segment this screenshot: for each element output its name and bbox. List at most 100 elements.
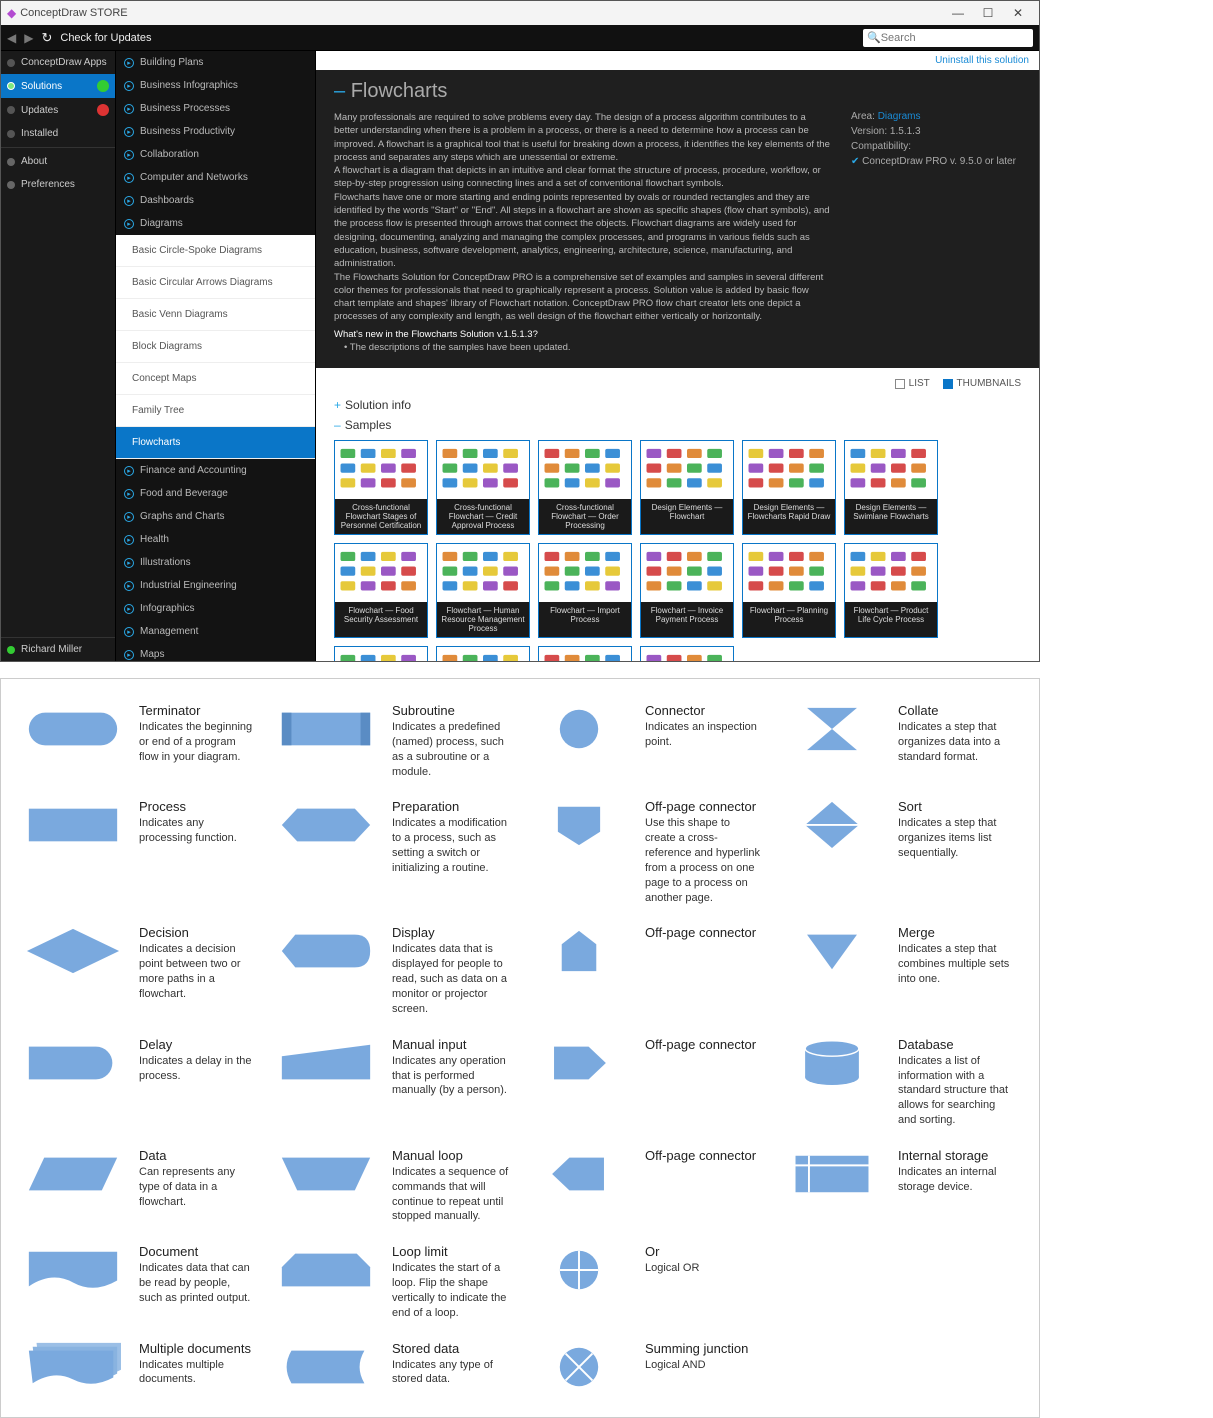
nav-preferences[interactable]: Preferences [1, 173, 115, 196]
shape-icon [278, 1148, 374, 1200]
search-input[interactable]: 🔍 [863, 29, 1033, 47]
search-field[interactable] [881, 32, 1029, 44]
shape-icon [531, 799, 627, 851]
nav-apps[interactable]: ConceptDraw Apps [1, 51, 115, 74]
view-list[interactable]: LIST [895, 378, 930, 389]
legend-name: Manual input [392, 1037, 509, 1052]
legend-desc: Indicates data that is displayed for peo… [392, 942, 509, 1016]
shape-icon [278, 925, 374, 977]
subcategory-item[interactable]: Basic Venn Diagrams [116, 299, 315, 331]
legend-item: Preparation Indicates a modification to a… [278, 799, 509, 905]
category-item[interactable]: ▸Graphs and Charts [116, 505, 315, 528]
sample-thumbnail[interactable]: Flowchart — Product Life Cycle Process [844, 543, 938, 638]
category-item[interactable]: ▸Business Productivity [116, 120, 315, 143]
section-samples[interactable]: –Samples [334, 418, 1021, 432]
legend-desc: Indicates the beginning or end of a prog… [139, 720, 256, 765]
legend-desc: Indicates any operation that is performe… [392, 1054, 509, 1099]
window-title: ConceptDraw STORE [20, 7, 127, 19]
sample-thumbnail[interactable]: Cross-functional Flowchart Stages of Per… [334, 440, 428, 535]
legend-item: DecisionIndicates a decision point betwe… [25, 925, 256, 1016]
left-nav: ConceptDraw Apps Solutions Updates Insta… [1, 51, 116, 661]
legend-name: Data [139, 1148, 256, 1163]
category-item[interactable]: ▸Computer and Networks [116, 166, 315, 189]
shape-icon [25, 925, 121, 977]
legend-name: Off-page connector [645, 1148, 756, 1163]
legend-item: DatabaseIndicates a list of information … [784, 1037, 1015, 1128]
minimize-button[interactable]: — [943, 6, 973, 20]
legend-name: Stored data [392, 1341, 509, 1356]
legend-item: Off-page connectorUse this shape to crea… [531, 799, 762, 905]
uninstall-link[interactable]: Uninstall this solution [935, 55, 1029, 66]
sample-thumbnail[interactable]: Cross-functional Flowchart — Order Proce… [538, 440, 632, 535]
nav-updates[interactable]: Updates [1, 98, 115, 122]
sample-thumbnail[interactable]: Flowchart — Import Process [538, 543, 632, 638]
legend-name: Off-page connector [645, 1037, 756, 1052]
sample-thumbnail[interactable]: Flowchart — Website Launch [640, 646, 734, 661]
category-item[interactable]: ▸Illustrations [116, 551, 315, 574]
category-item[interactable]: ▸Building Plans [116, 51, 315, 74]
badge-red-icon [97, 104, 109, 116]
legend-name: Merge [898, 925, 1015, 940]
sample-thumbnail[interactable]: Flowchart — Project Management Life Cycl… [334, 646, 428, 661]
symbols-legend: TerminatorIndicates the beginning or end… [0, 678, 1040, 1418]
meta-panel: Area: Diagrams Version: 1.5.1.3 Compatib… [851, 111, 1021, 354]
section-solution-info[interactable]: +Solution info [334, 398, 1021, 412]
legend-item: TerminatorIndicates the beginning or end… [25, 703, 256, 779]
subcategory-item[interactable]: Basic Circle-Spoke Diagrams [116, 235, 315, 267]
nav-back-icon[interactable]: ◀ [7, 31, 16, 45]
legend-item: CollateIndicates a step that organizes d… [784, 703, 1015, 779]
legend-desc: Indicates any type of stored data. [392, 1358, 509, 1388]
refresh-icon[interactable]: ↻ [41, 30, 52, 46]
subcategory-item[interactable]: Block Diagrams [116, 331, 315, 363]
legend-item: SortIndicates a step that organizes item… [784, 799, 1015, 905]
shape-icon [531, 703, 627, 755]
legend-desc: Indicates the start of a loop. Flip the … [392, 1261, 509, 1320]
legend-desc: Indicates a decision point between two o… [139, 942, 256, 1001]
category-item[interactable]: ▸Maps [116, 643, 315, 661]
legend-desc: Indicates a modification to a process, s… [392, 816, 509, 875]
close-button[interactable]: ✕ [1003, 6, 1033, 20]
category-nav: ▸Building Plans▸Business Infographics▸Bu… [116, 51, 316, 661]
category-item[interactable]: ▸Health [116, 528, 315, 551]
user-label[interactable]: Richard Miller [1, 637, 115, 661]
category-item[interactable]: ▸Infographics [116, 597, 315, 620]
category-item[interactable]: ▸Diagrams [116, 212, 315, 235]
nav-forward-icon[interactable]: ▶ [24, 31, 33, 45]
check-updates-button[interactable]: Check for Updates [60, 32, 151, 44]
sample-thumbnail[interactable]: Flowchart — Planning Process [742, 543, 836, 638]
category-item[interactable]: ▸Finance and Accounting [116, 459, 315, 482]
check-icon: ✔ [851, 156, 859, 167]
shape-icon [25, 799, 121, 851]
shape-icon [531, 1244, 627, 1296]
legend-item: DocumentIndicates data that can be read … [25, 1244, 256, 1320]
view-thumbnails[interactable]: THUMBNAILS [943, 378, 1021, 389]
subcategory-item[interactable]: Family Tree [116, 395, 315, 427]
legend-desc: Indicates any processing function. [139, 816, 256, 846]
sample-thumbnail[interactable]: Flowchart — Human Resource Management Pr… [436, 543, 530, 638]
nav-installed[interactable]: Installed [1, 122, 115, 145]
subcategory-item[interactable]: Concept Maps [116, 363, 315, 395]
legend-name: Preparation [392, 799, 509, 814]
category-item[interactable]: ▸Food and Beverage [116, 482, 315, 505]
subcategory-item[interactable]: Flowcharts [116, 427, 315, 459]
nav-about[interactable]: About [1, 150, 115, 173]
sample-thumbnail[interactable]: Cross-functional Flowchart — Credit Appr… [436, 440, 530, 535]
nav-solutions[interactable]: Solutions [1, 74, 115, 98]
sample-thumbnail[interactable]: Design Elements — Flowcharts Rapid Draw [742, 440, 836, 535]
category-item[interactable]: ▸Business Infographics [116, 74, 315, 97]
category-item[interactable]: ▸Management [116, 620, 315, 643]
sample-thumbnail[interactable]: Flowchart — Selection Sorting Method [436, 646, 530, 661]
sample-thumbnail[interactable]: Flowchart — Food Security Assessment [334, 543, 428, 638]
sample-thumbnail[interactable]: Design Elements — Flowchart [640, 440, 734, 535]
category-item[interactable]: ▸Dashboards [116, 189, 315, 212]
sample-thumbnail[interactable]: Design Elements — Swimlane Flowcharts [844, 440, 938, 535]
sample-thumbnail[interactable]: Flowchart — Synthetic Object Constructio… [538, 646, 632, 661]
maximize-button[interactable]: ☐ [973, 6, 1003, 20]
category-item[interactable]: ▸Industrial Engineering [116, 574, 315, 597]
legend-desc: Logical OR [645, 1261, 699, 1276]
shape-icon [25, 1244, 121, 1296]
sample-thumbnail[interactable]: Flowchart — Invoice Payment Process [640, 543, 734, 638]
subcategory-item[interactable]: Basic Circular Arrows Diagrams [116, 267, 315, 299]
category-item[interactable]: ▸Collaboration [116, 143, 315, 166]
category-item[interactable]: ▸Business Processes [116, 97, 315, 120]
